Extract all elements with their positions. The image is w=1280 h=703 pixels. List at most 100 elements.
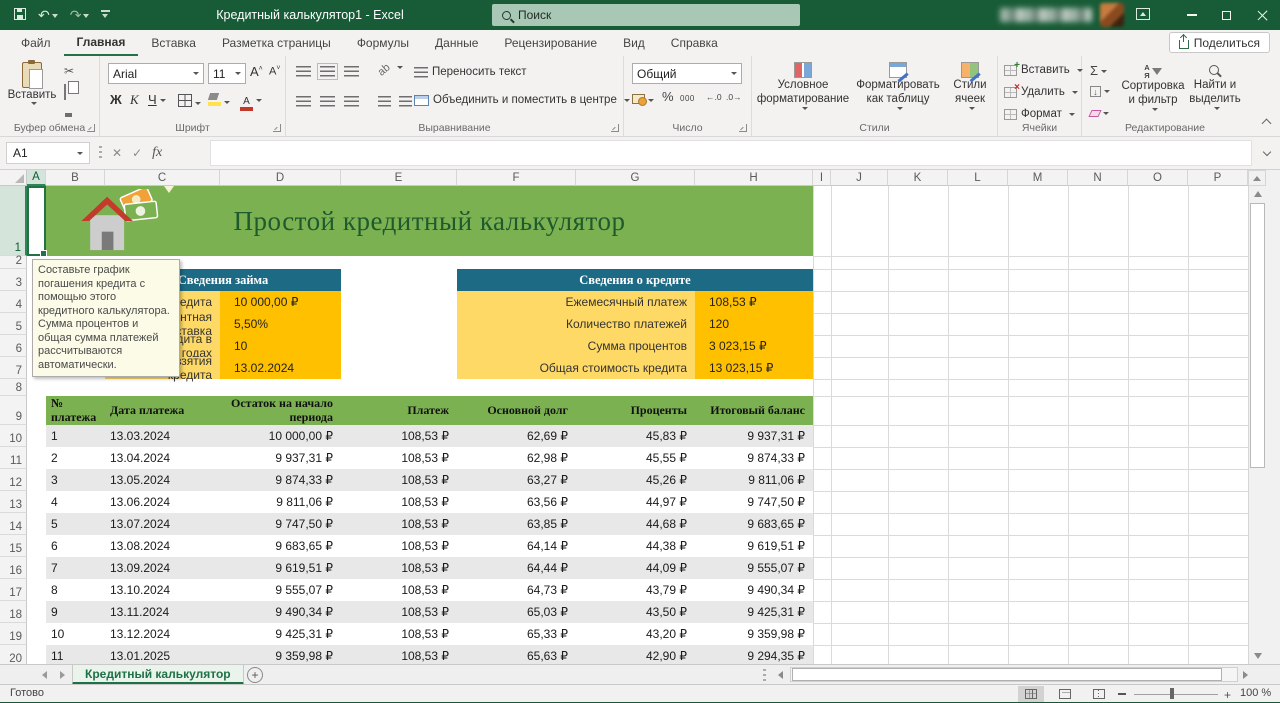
align-right-icon[interactable] bbox=[344, 96, 359, 107]
format-cells-button[interactable]: Формат bbox=[1004, 108, 1075, 120]
sort-filter-button[interactable]: АЯ Сортировка и фильтр bbox=[1120, 64, 1186, 111]
column-header-O[interactable]: O bbox=[1128, 170, 1188, 186]
ribbon-tab-Файл[interactable]: Файл bbox=[8, 30, 64, 56]
clear-button[interactable] bbox=[1090, 106, 1109, 120]
zoom-slider-thumb[interactable] bbox=[1170, 688, 1174, 699]
underline-button[interactable]: Ч bbox=[148, 92, 166, 107]
collapse-ribbon-button[interactable] bbox=[1263, 116, 1270, 130]
find-select-button[interactable]: Найти и выделить bbox=[1186, 64, 1244, 110]
scroll-up-button[interactable] bbox=[1248, 170, 1266, 186]
column-header-H[interactable]: H bbox=[695, 170, 813, 186]
increase-decimal-button[interactable]: ←.0 bbox=[706, 92, 722, 102]
row-header-14[interactable]: 14 bbox=[0, 513, 27, 535]
share-button[interactable]: Поделиться bbox=[1169, 32, 1270, 53]
accounting-format-button[interactable] bbox=[632, 93, 654, 107]
align-left-icon[interactable] bbox=[296, 96, 311, 107]
column-header-I[interactable]: I bbox=[813, 170, 831, 186]
column-header-L[interactable]: L bbox=[948, 170, 1008, 186]
row-header-16[interactable]: 16 bbox=[0, 557, 27, 579]
row-header-10[interactable]: 10 bbox=[0, 425, 27, 447]
row-header-7[interactable]: 7 bbox=[0, 357, 27, 379]
borders-button[interactable] bbox=[178, 94, 201, 110]
row-header-6[interactable]: 6 bbox=[0, 335, 27, 357]
font-dialog-launcher-icon[interactable] bbox=[273, 124, 281, 132]
align-top-icon[interactable] bbox=[296, 66, 311, 77]
save-icon[interactable] bbox=[14, 8, 26, 23]
row-header-4[interactable]: 4 bbox=[0, 291, 27, 313]
ribbon-tab-Данные[interactable]: Данные bbox=[422, 30, 491, 56]
column-header-J[interactable]: J bbox=[831, 170, 888, 186]
wrap-text-button[interactable]: Переносить текст bbox=[414, 66, 527, 78]
column-header-N[interactable]: N bbox=[1068, 170, 1128, 186]
row-header-18[interactable]: 18 bbox=[0, 601, 27, 623]
close-button[interactable] bbox=[1246, 0, 1278, 30]
column-header-B[interactable]: B bbox=[46, 170, 105, 186]
decrease-decimal-button[interactable]: .0→ bbox=[726, 92, 742, 102]
ribbon-tab-Вставка[interactable]: Вставка bbox=[138, 30, 209, 56]
bold-button[interactable]: Ж bbox=[110, 92, 122, 107]
ribbon-tab-Главная[interactable]: Главная bbox=[64, 30, 139, 56]
shrink-font-button[interactable]: А˅ bbox=[269, 65, 280, 78]
italic-button[interactable]: К bbox=[130, 92, 139, 108]
zoom-in-button[interactable]: + bbox=[1224, 688, 1231, 702]
tabbar-resize-handle[interactable] bbox=[763, 669, 766, 681]
row-header-11[interactable]: 11 bbox=[0, 447, 27, 469]
column-header-D[interactable]: D bbox=[220, 170, 341, 186]
ribbon-display-options-icon[interactable] bbox=[1136, 8, 1150, 20]
column-header-K[interactable]: K bbox=[888, 170, 948, 186]
increase-indent-icon[interactable] bbox=[399, 96, 412, 107]
scrollbar-up-icon[interactable] bbox=[1254, 191, 1262, 197]
number-format-select[interactable]: Общий bbox=[632, 63, 742, 84]
next-sheet-icon[interactable] bbox=[60, 671, 65, 679]
page-layout-view-button[interactable] bbox=[1052, 686, 1078, 702]
grow-font-button[interactable]: А˄ bbox=[250, 64, 263, 79]
name-box[interactable]: A1 bbox=[6, 142, 90, 164]
merge-center-button[interactable]: Объединить и поместить в центре bbox=[414, 94, 630, 106]
zoom-slider-track[interactable] bbox=[1134, 694, 1218, 695]
minimize-button[interactable] bbox=[1176, 0, 1208, 30]
scrollbar-down-icon[interactable] bbox=[1254, 653, 1262, 659]
ribbon-tab-Справка[interactable]: Справка bbox=[658, 30, 731, 56]
row-header-19[interactable]: 19 bbox=[0, 623, 27, 645]
sheet-tab-active[interactable]: Кредитный калькулятор bbox=[72, 665, 244, 685]
column-header-F[interactable]: F bbox=[457, 170, 576, 186]
cancel-entry-button[interactable]: ✕ bbox=[112, 146, 122, 160]
normal-view-button[interactable] bbox=[1018, 686, 1044, 702]
row-header-13[interactable]: 13 bbox=[0, 491, 27, 513]
avatar[interactable] bbox=[1100, 3, 1124, 27]
column-header-C[interactable]: C bbox=[105, 170, 220, 186]
zoom-out-button[interactable] bbox=[1118, 693, 1126, 695]
alignment-dialog-launcher-icon[interactable] bbox=[611, 124, 619, 132]
prev-sheet-icon[interactable] bbox=[42, 671, 47, 679]
font-name-select[interactable]: Arial bbox=[108, 63, 204, 84]
column-header-P[interactable]: P bbox=[1188, 170, 1248, 186]
format-as-table-button[interactable]: Форматировать как таблицу bbox=[852, 62, 944, 110]
ribbon-tab-Разметка страницы[interactable]: Разметка страницы bbox=[209, 30, 344, 56]
paste-button[interactable]: Вставить bbox=[8, 62, 56, 105]
delete-cells-button[interactable]: Удалить bbox=[1004, 86, 1078, 98]
cut-button[interactable]: ✂ bbox=[64, 64, 74, 78]
row-header-9[interactable]: 9 bbox=[0, 396, 27, 425]
hscroll-left-icon[interactable] bbox=[778, 671, 783, 679]
name-box-resize-handle[interactable] bbox=[99, 146, 102, 160]
row-header-1[interactable]: 1 bbox=[0, 186, 27, 256]
percent-style-button[interactable]: % bbox=[662, 89, 674, 104]
fill-button[interactable]: ↓ bbox=[1090, 84, 1110, 98]
hscroll-right-icon[interactable] bbox=[1243, 671, 1248, 679]
cell-styles-button[interactable]: Стили ячеек bbox=[944, 62, 996, 110]
insert-cells-button[interactable]: Вставить bbox=[1004, 64, 1083, 76]
autosum-button[interactable]: Σ bbox=[1090, 64, 1107, 78]
page-break-view-button[interactable] bbox=[1086, 686, 1112, 702]
zoom-level[interactable]: 100 % bbox=[1240, 687, 1271, 699]
maximize-button[interactable] bbox=[1210, 0, 1242, 30]
column-header-G[interactable]: G bbox=[576, 170, 695, 186]
row-header-5[interactable]: 5 bbox=[0, 313, 27, 335]
row-header-17[interactable]: 17 bbox=[0, 579, 27, 601]
search-input[interactable]: Поиск bbox=[492, 4, 800, 26]
fill-color-button[interactable] bbox=[208, 93, 230, 109]
comma-style-button[interactable]: 000 bbox=[680, 94, 695, 103]
horizontal-scrollbar-thumb[interactable] bbox=[792, 668, 1222, 681]
ribbon-tab-Формулы[interactable]: Формулы bbox=[344, 30, 422, 56]
decrease-indent-icon[interactable] bbox=[378, 96, 391, 107]
vertical-scrollbar[interactable] bbox=[1248, 186, 1266, 664]
